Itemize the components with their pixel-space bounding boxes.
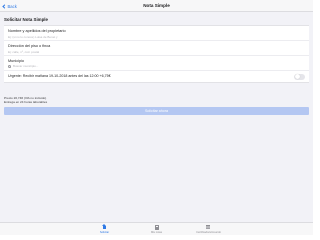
home-icon xyxy=(102,224,107,230)
tab-request[interactable]: Solicitar xyxy=(79,223,131,235)
municipality-label: Municipio xyxy=(8,59,25,63)
urgent-label: Urgente: Recibir mañana 19-10-2018 antes… xyxy=(8,74,111,78)
address-input[interactable] xyxy=(8,50,208,54)
document-icon xyxy=(154,224,159,230)
search-icon xyxy=(8,64,11,68)
owner-name-input[interactable] xyxy=(8,35,208,39)
owner-row: Nombre y apellidos del propietario xyxy=(4,26,309,41)
page-title: Nota Simple xyxy=(143,3,170,8)
request-form: Nombre y apellidos del propietario Direc… xyxy=(4,25,309,83)
tab-request-label: Solicitar xyxy=(99,230,110,234)
section-title: Solicitar Nota Simple xyxy=(4,17,48,22)
delivery-line: Entrega en 24 horas laborables xyxy=(4,100,48,104)
municipality-row: Municipio xyxy=(4,56,309,71)
municipality-search xyxy=(8,64,163,68)
address-label: Dirección del piso o finca xyxy=(8,44,51,48)
address-row: Dirección del piso o finca xyxy=(4,41,309,56)
urgent-row: Urgente: Recibir mañana 19-10-2018 antes… xyxy=(4,71,309,82)
main-content: Solicitar Nota Simple Nombre y apellidos… xyxy=(0,12,313,222)
request-now-button[interactable]: Solicitar ahora xyxy=(4,107,309,115)
urgent-toggle[interactable] xyxy=(294,73,305,80)
municipality-search-input[interactable] xyxy=(13,64,163,68)
tab-bar: Solicitar Mis notas Certificado/s/Acuerd… xyxy=(0,222,313,235)
toggle-knob xyxy=(294,74,300,79)
price-info: Precio 20,74€ (IVA no incluido) Entrega … xyxy=(4,96,47,104)
tab-certificates-label: Certificado/s/Acuerdo xyxy=(196,230,221,234)
list-icon xyxy=(206,225,211,230)
tab-my-notes-label: Mis notas xyxy=(150,230,163,234)
owner-label: Nombre y apellidos del propietario xyxy=(8,29,66,33)
tab-certificates[interactable]: Certificado/s/Acuerdo xyxy=(183,223,235,235)
navigation-bar: Back Nota Simple xyxy=(0,0,313,12)
tab-my-notes[interactable]: Mis notas xyxy=(131,223,183,235)
